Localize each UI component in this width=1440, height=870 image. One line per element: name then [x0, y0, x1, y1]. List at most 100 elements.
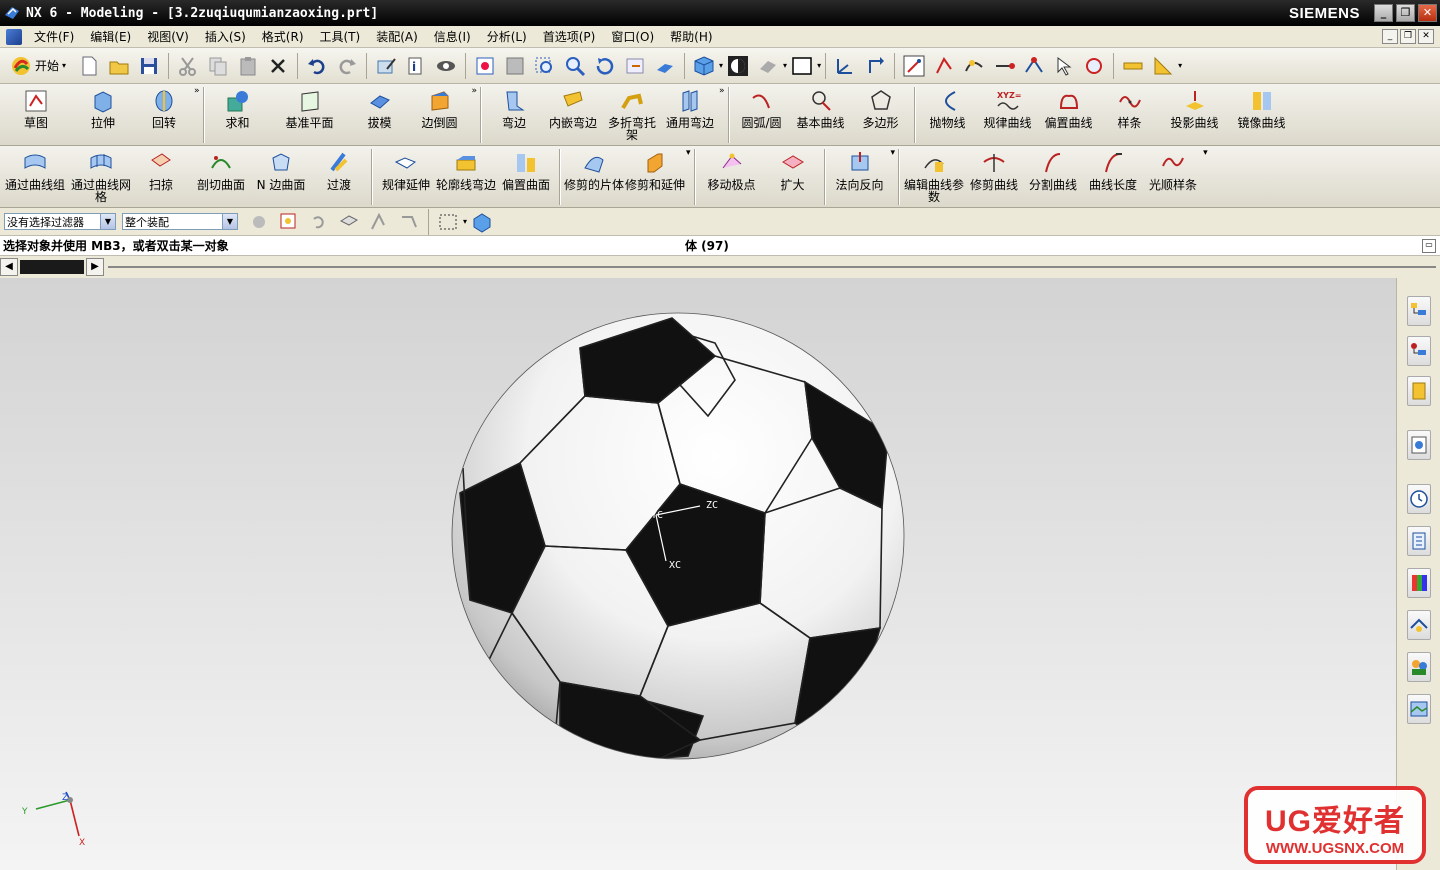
parabola-button[interactable]: 抛物线 — [919, 84, 977, 129]
orient-view-dropdown[interactable]: ▾ — [719, 61, 723, 70]
history-icon[interactable] — [1407, 484, 1431, 514]
through-curve-mesh-button[interactable]: 通过曲线网格 — [70, 146, 132, 203]
redo-icon[interactable] — [336, 55, 358, 77]
trim-extend-button[interactable]: 修剪和延伸 — [624, 146, 686, 191]
select-body-icon[interactable] — [338, 211, 360, 233]
fit-view-icon[interactable] — [474, 55, 496, 77]
info-object-icon[interactable]: i — [405, 55, 427, 77]
process-studio-icon[interactable] — [1407, 610, 1431, 640]
n-sided-surface-button[interactable]: N 边曲面 — [252, 146, 310, 191]
spline-point-icon[interactable] — [963, 55, 985, 77]
undo-select-icon[interactable] — [308, 211, 330, 233]
expand-icon[interactable]: ▭ — [1422, 238, 1436, 253]
perspective-icon[interactable] — [654, 55, 676, 77]
menu-help[interactable]: 帮助(H) — [662, 28, 720, 45]
snap-point-icon[interactable] — [903, 55, 925, 77]
start-button[interactable]: 开始 ▾ — [6, 53, 70, 79]
ribbon-more-icon[interactable]: ▾ — [891, 148, 896, 158]
scroll-right-button[interactable]: ▶ — [86, 258, 104, 276]
doc-minimize-button[interactable]: _ — [1382, 29, 1398, 44]
menu-edit[interactable]: 编辑(E) — [82, 28, 139, 45]
menu-tools[interactable]: 工具(T) — [312, 28, 369, 45]
trimmed-sheet-button[interactable]: 修剪的片体 — [564, 146, 624, 191]
menu-information[interactable]: 信息(I) — [426, 28, 479, 45]
feature-select-icon[interactable] — [1083, 55, 1105, 77]
rotate-icon[interactable] — [594, 55, 616, 77]
type-filter-select[interactable]: 没有选择过滤器 ▼ — [4, 213, 116, 230]
point-constructor-icon[interactable] — [933, 55, 955, 77]
project-curve-button[interactable]: 投影曲线 — [1161, 84, 1229, 129]
orient-view-icon[interactable] — [693, 55, 715, 77]
menu-view[interactable]: 视图(V) — [139, 28, 197, 45]
arrow-select-icon[interactable] — [1053, 55, 1075, 77]
ribbon-more-icon[interactable]: ▾ — [1203, 148, 1208, 158]
offset-surface-button[interactable]: 偏置曲面 — [496, 146, 556, 191]
measure-distance-icon[interactable] — [1122, 55, 1144, 77]
measure-angle-icon[interactable] — [1152, 55, 1174, 77]
soccer-ball-body[interactable] — [451, 312, 905, 763]
close-button[interactable]: ✕ — [1418, 4, 1437, 22]
reverse-normal-button[interactable]: 法向反向 — [829, 146, 891, 191]
wcs-dynamics-icon[interactable] — [834, 55, 856, 77]
zoom-icon[interactable] — [564, 55, 586, 77]
through-curves-button[interactable]: 通过曲线组 — [0, 146, 70, 191]
filter-settings-icon[interactable] — [248, 211, 270, 233]
shaded-dropdown[interactable]: ▾ — [783, 61, 787, 70]
rectangle-select-icon[interactable] — [437, 211, 459, 233]
revolve-button[interactable]: 回转 — [134, 84, 194, 129]
zoom-box-icon[interactable] — [504, 55, 526, 77]
draft-button[interactable]: 拔模 — [352, 84, 408, 129]
menu-format[interactable]: 格式(R) — [254, 28, 312, 45]
wcs-origin-icon[interactable] — [864, 55, 886, 77]
menu-assembly[interactable]: 装配(A) — [368, 28, 426, 45]
reuse-library-icon[interactable] — [1407, 526, 1431, 556]
trim-curve-button[interactable]: 修剪曲线 — [965, 146, 1023, 191]
ribbon-more-icon[interactable]: » — [472, 86, 478, 96]
undo-icon[interactable] — [306, 55, 328, 77]
multi-bend-bracket-button[interactable]: 多折弯托架 — [603, 84, 661, 141]
ribbon-more-icon[interactable]: » — [719, 86, 725, 96]
minimize-button[interactable]: _ — [1374, 4, 1393, 22]
menu-analysis[interactable]: 分析(L) — [479, 28, 535, 45]
background-icon[interactable] — [791, 55, 813, 77]
assembly-navigator-icon[interactable] — [1407, 296, 1431, 326]
polygon-button[interactable]: 多边形 — [851, 84, 911, 129]
control-point-icon[interactable] — [1023, 55, 1045, 77]
general-flange-button[interactable]: 通用弯边 — [661, 84, 719, 129]
end-point-icon[interactable] — [993, 55, 1016, 77]
render-style-icon[interactable] — [727, 55, 749, 77]
graphics-window[interactable]: ZC YC XC Z Y X — [0, 278, 1396, 870]
roles-icon[interactable] — [1407, 652, 1431, 682]
menu-file[interactable]: 文件(F) — [26, 28, 82, 45]
sketch-button[interactable]: 草图 — [0, 84, 72, 129]
shaded-face-icon[interactable] — [757, 55, 779, 77]
flange-button[interactable]: 弯边 — [485, 84, 543, 129]
contour-flange-button[interactable]: 轮廓线弯边 — [436, 146, 496, 191]
doc-restore-button[interactable]: ❐ — [1400, 29, 1416, 44]
swept-button[interactable]: 扫掠 — [132, 146, 190, 191]
save-icon[interactable] — [138, 55, 160, 77]
document-tab[interactable] — [20, 260, 84, 274]
inset-flange-button[interactable]: 内嵌弯边 — [543, 84, 603, 129]
select-all-icon[interactable] — [471, 211, 493, 233]
measure-dropdown[interactable]: ▾ — [1178, 61, 1182, 70]
open-folder-icon[interactable] — [108, 55, 130, 77]
show-hide-icon[interactable] — [435, 55, 457, 77]
document-icon[interactable] — [6, 28, 22, 45]
part-navigator-icon[interactable] — [1407, 376, 1431, 406]
doc-close-button[interactable]: ✕ — [1418, 29, 1434, 44]
zoom-window-icon[interactable] — [534, 55, 556, 77]
menu-preferences[interactable]: 首选项(P) — [535, 28, 604, 45]
enlarge-button[interactable]: 扩大 — [765, 146, 821, 191]
spline-button[interactable]: 样条 — [1099, 84, 1161, 129]
paste-icon[interactable] — [237, 55, 259, 77]
pan-icon[interactable] — [624, 55, 646, 77]
snap-point-select-icon[interactable] — [278, 211, 300, 233]
basic-curves-button[interactable]: 基本曲线 — [791, 84, 851, 129]
new-file-icon[interactable] — [78, 55, 100, 77]
curve-length-button[interactable]: 曲线长度 — [1083, 146, 1143, 191]
edit-object-icon[interactable] — [375, 55, 397, 77]
datum-plane-button[interactable]: 基准平面 — [268, 84, 352, 129]
select-tool-icon[interactable] — [398, 211, 420, 233]
edit-curve-params-button[interactable]: 编辑曲线参数 — [903, 146, 965, 203]
